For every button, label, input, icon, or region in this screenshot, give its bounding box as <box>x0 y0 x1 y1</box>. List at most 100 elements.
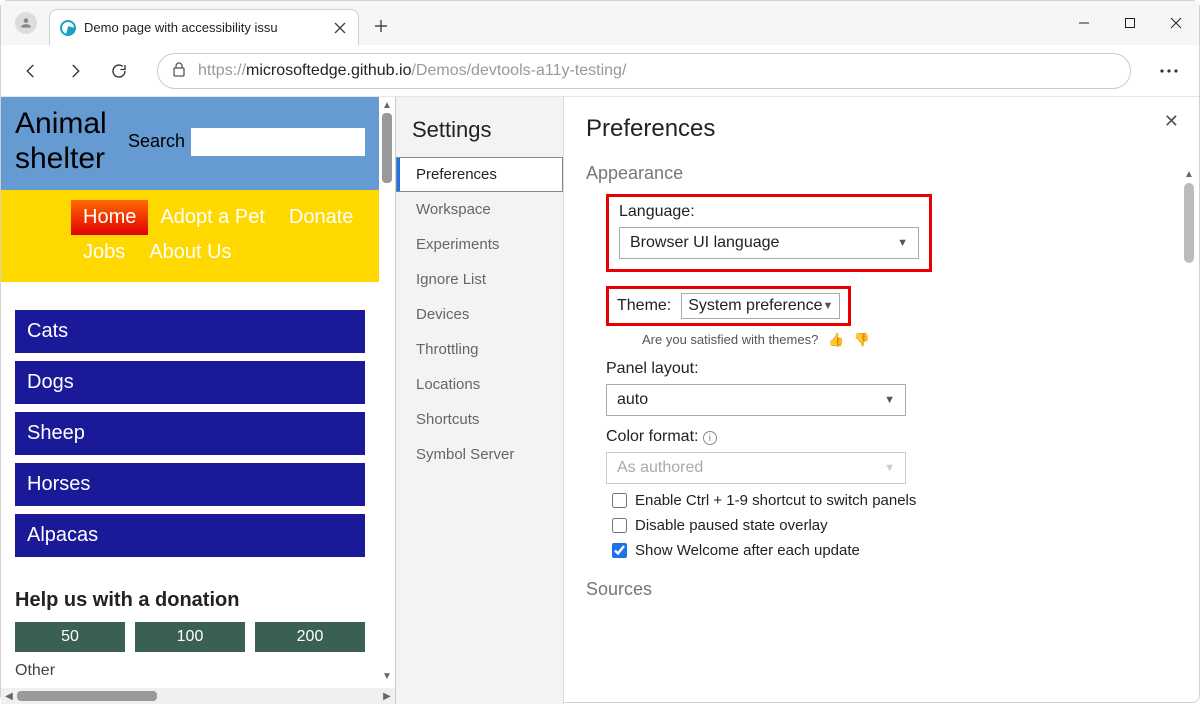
thumbs-up-icon[interactable]: 👍 <box>828 332 844 348</box>
nav-adopt[interactable]: Adopt a Pet <box>148 200 277 235</box>
ctrl19-checkbox[interactable] <box>612 493 627 508</box>
page-horizontal-scrollbar[interactable]: ◀ ▶ <box>1 688 395 704</box>
ctrl19-checkbox-row: Enable Ctrl + 1-9 shortcut to switch pan… <box>612 492 1173 509</box>
animal-cats[interactable]: Cats <box>15 310 365 353</box>
devtools-panel: Settings Preferences Workspace Experimen… <box>395 97 1199 704</box>
scroll-thumb[interactable] <box>382 113 392 183</box>
settings-sidebar: Settings Preferences Workspace Experimen… <box>396 97 564 704</box>
panel-layout-value: auto <box>617 391 648 409</box>
sources-heading: Sources <box>586 579 1173 600</box>
prefs-scrollbar[interactable]: ▲ <box>1183 167 1195 694</box>
theme-highlight: Theme: System preference ▼ <box>606 286 851 326</box>
paused-overlay-checkbox[interactable] <box>612 518 627 533</box>
settings-nav-ignore-list[interactable]: Ignore List <box>396 262 563 297</box>
appearance-heading: Appearance <box>586 163 1173 184</box>
animal-horses[interactable]: Horses <box>15 463 365 506</box>
theme-value: System preference <box>688 297 822 315</box>
tab-title: Demo page with accessibility issu <box>84 20 332 35</box>
chevron-down-icon: ▼ <box>884 394 895 406</box>
browser-titlebar: Demo page with accessibility issu <box>1 1 1199 45</box>
new-tab-button[interactable] <box>365 10 397 42</box>
color-format-select: As authored ▼ <box>606 452 906 484</box>
color-format-value: As authored <box>617 459 703 477</box>
scroll-up-icon[interactable]: ▲ <box>379 97 395 113</box>
donation-other-label: Other <box>1 652 379 684</box>
refresh-button[interactable] <box>101 53 137 89</box>
settings-title: Settings <box>396 111 563 157</box>
donation-50[interactable]: 50 <box>15 622 125 652</box>
info-icon[interactable]: i <box>703 431 717 445</box>
browser-toolbar: https://microsoftedge.github.io/Demos/de… <box>1 45 1199 97</box>
chevron-down-icon: ▼ <box>884 462 895 474</box>
color-format-label: Color format: i <box>606 428 1173 446</box>
search-input[interactable] <box>191 128 365 156</box>
settings-nav-shortcuts[interactable]: Shortcuts <box>396 402 563 437</box>
browser-menu-button[interactable] <box>1151 53 1187 89</box>
donation-100[interactable]: 100 <box>135 622 245 652</box>
forward-button[interactable] <box>57 53 93 89</box>
edge-favicon <box>60 20 76 36</box>
scroll-thumb[interactable] <box>1184 183 1194 263</box>
show-welcome-checkbox[interactable] <box>612 543 627 558</box>
animal-list: Cats Dogs Sheep Horses Alpacas <box>1 282 379 575</box>
show-welcome-checkbox-row: Show Welcome after each update <box>612 542 1173 559</box>
animal-dogs[interactable]: Dogs <box>15 361 365 404</box>
nav-home[interactable]: Home <box>71 200 148 235</box>
window-minimize-button[interactable] <box>1061 1 1107 45</box>
panel-layout-select[interactable]: auto ▼ <box>606 384 906 416</box>
settings-nav-symbol-server[interactable]: Symbol Server <box>396 437 563 472</box>
nav-jobs[interactable]: Jobs <box>71 235 137 270</box>
paused-overlay-checkbox-row: Disable paused state overlay <box>612 517 1173 534</box>
settings-nav-devices[interactable]: Devices <box>396 297 563 332</box>
panel-layout-field: Panel layout: auto ▼ <box>606 360 1173 416</box>
settings-nav-workspace[interactable]: Workspace <box>396 192 563 227</box>
window-maximize-button[interactable] <box>1107 1 1153 45</box>
page-viewport: Animal shelter Search Home Adopt a Pet D… <box>1 97 395 704</box>
browser-tab[interactable]: Demo page with accessibility issu <box>49 9 359 45</box>
ctrl19-label: Enable Ctrl + 1-9 shortcut to switch pan… <box>635 492 916 509</box>
preferences-panel: ✕ Preferences Appearance Language: Brows… <box>564 97 1199 704</box>
profile-avatar[interactable] <box>15 12 37 34</box>
hscroll-thumb[interactable] <box>17 691 157 701</box>
theme-label: Theme: <box>617 297 671 315</box>
url-text: https://microsoftedge.github.io/Demos/de… <box>198 62 626 80</box>
nav-donate[interactable]: Donate <box>277 200 366 235</box>
paused-overlay-label: Disable paused state overlay <box>635 517 828 534</box>
donation-buttons: 50 100 200 <box>1 622 379 652</box>
address-bar[interactable]: https://microsoftedge.github.io/Demos/de… <box>157 53 1131 89</box>
language-select[interactable]: Browser UI language ▼ <box>619 227 919 259</box>
scroll-up-icon[interactable]: ▲ <box>1183 167 1195 181</box>
animal-alpacas[interactable]: Alpacas <box>15 514 365 557</box>
settings-nav-experiments[interactable]: Experiments <box>396 227 563 262</box>
chevron-down-icon: ▼ <box>823 300 834 312</box>
scroll-left-icon[interactable]: ◀ <box>1 688 17 704</box>
theme-feedback: Are you satisfied with themes? 👍 👎 <box>642 332 1173 348</box>
window-close-button[interactable] <box>1153 1 1199 45</box>
show-welcome-label: Show Welcome after each update <box>635 542 860 559</box>
animal-sheep[interactable]: Sheep <box>15 412 365 455</box>
scroll-down-icon[interactable]: ▼ <box>379 668 395 684</box>
language-value: Browser UI language <box>630 234 779 252</box>
donation-200[interactable]: 200 <box>255 622 365 652</box>
close-tab-button[interactable] <box>332 20 348 36</box>
preferences-title: Preferences <box>586 115 1173 143</box>
theme-select[interactable]: System preference ▼ <box>681 293 840 319</box>
settings-nav-locations[interactable]: Locations <box>396 367 563 402</box>
chevron-down-icon: ▼ <box>897 237 908 249</box>
thumbs-down-icon[interactable]: 👎 <box>854 332 870 348</box>
donation-heading: Help us with a donation <box>1 575 379 622</box>
settings-nav-throttling[interactable]: Throttling <box>396 332 563 367</box>
page-header: Animal shelter Search <box>1 97 379 190</box>
settings-nav-preferences[interactable]: Preferences <box>396 157 563 192</box>
nav-about[interactable]: About Us <box>137 235 243 270</box>
lock-icon <box>172 61 186 80</box>
language-label: Language: <box>619 203 919 221</box>
back-button[interactable] <box>13 53 49 89</box>
scroll-right-icon[interactable]: ▶ <box>379 688 395 704</box>
color-format-field: Color format: i As authored ▼ <box>606 428 1173 484</box>
page-vertical-scrollbar[interactable]: ▲ ▼ <box>379 97 395 684</box>
page-title: Animal shelter <box>15 107 124 176</box>
close-settings-button[interactable]: ✕ <box>1164 111 1179 132</box>
main-nav: Home Adopt a Pet Donate Jobs About Us <box>1 190 379 282</box>
language-highlight: Language: Browser UI language ▼ <box>606 194 932 272</box>
